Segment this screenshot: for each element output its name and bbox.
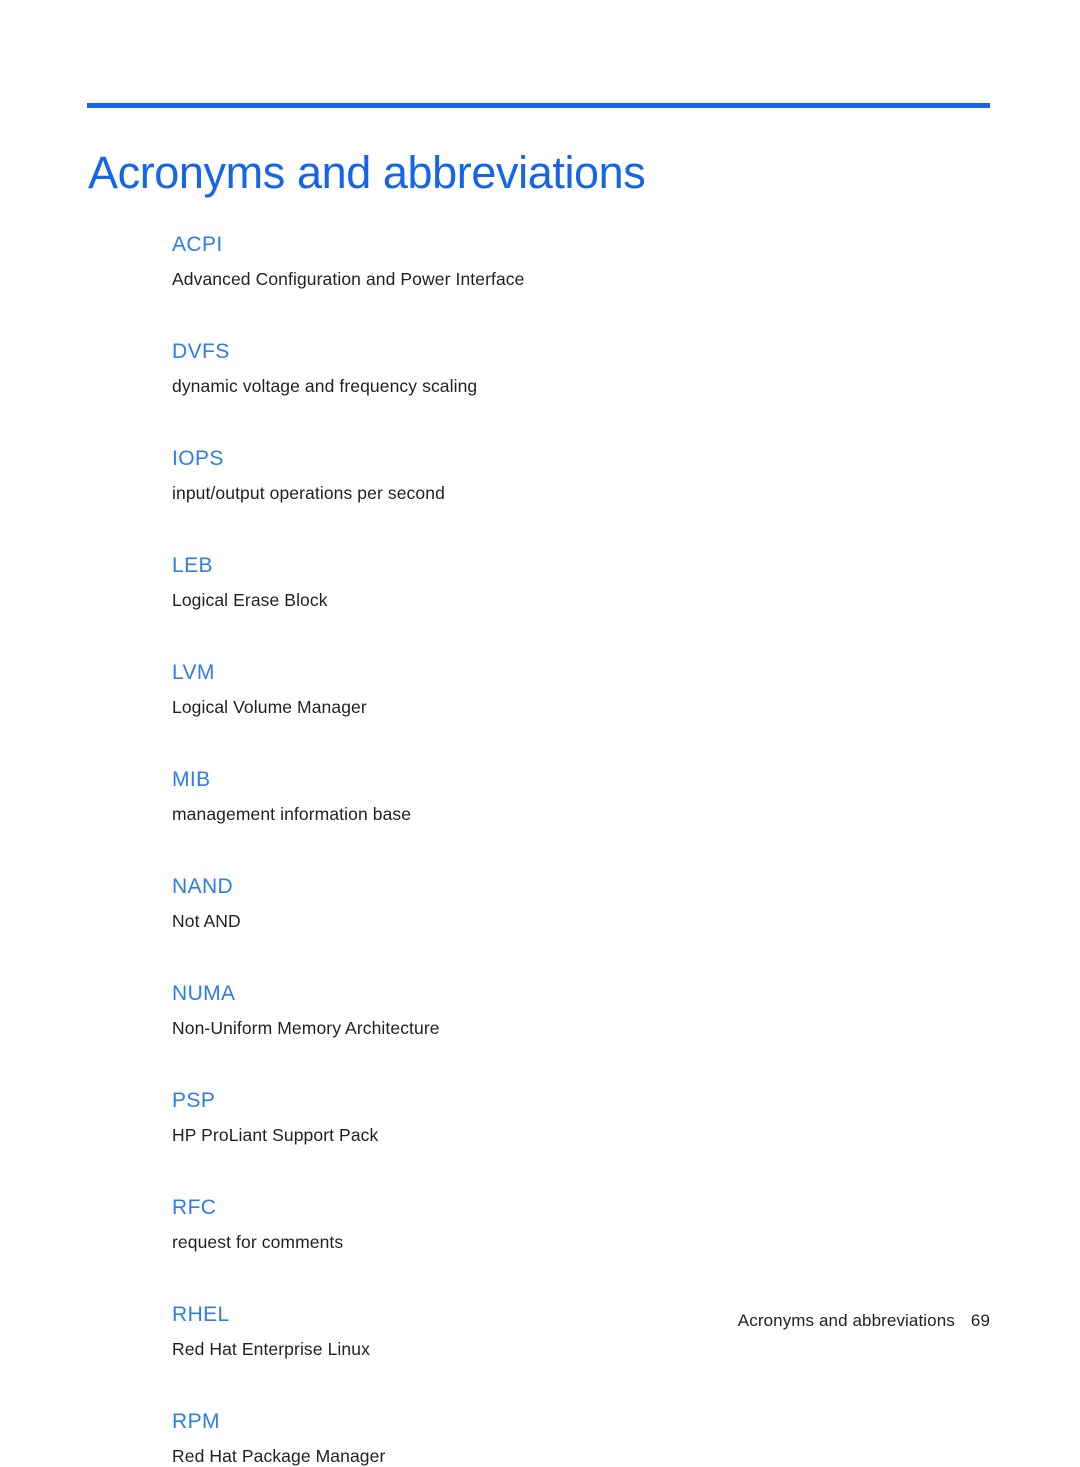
glossary-definition: Red Hat Enterprise Linux — [172, 1339, 370, 1359]
glossary-definition: Logical Erase Block — [172, 590, 328, 610]
page-footer: Acronyms and abbreviations 69 — [0, 1310, 990, 1332]
glossary-entry: RPM Red Hat Package Manager — [172, 1409, 932, 1467]
document-page: Acronyms and abbreviations ACPI Advanced … — [0, 0, 1080, 1466]
glossary-definition: Advanced Configuration and Power Interfa… — [172, 269, 525, 289]
footer-page-number: 69 — [970, 1311, 990, 1330]
glossary-list: ACPI Advanced Configuration and Power Int… — [172, 232, 932, 1467]
glossary-entry: LVM Logical Volume Manager — [172, 660, 932, 718]
glossary-term: LVM — [172, 661, 215, 684]
glossary-definition: Red Hat Package Manager — [172, 1446, 386, 1466]
glossary-definition: Not AND — [172, 911, 241, 931]
glossary-term: ACPI — [172, 233, 223, 256]
glossary-term: DVFS — [172, 340, 230, 363]
glossary-term: NUMA — [172, 982, 236, 1005]
glossary-term: RPM — [172, 1410, 220, 1433]
glossary-definition: management information base — [172, 804, 412, 824]
glossary-term: MIB — [172, 768, 211, 791]
glossary-entry: LEB Logical Erase Block — [172, 553, 932, 611]
glossary-definition: Non-Uniform Memory Architecture — [172, 1018, 440, 1038]
glossary-entry: RFC request for comments — [172, 1195, 932, 1253]
glossary-term: PSP — [172, 1089, 216, 1112]
footer-section-label: Acronyms and abbreviations — [737, 1311, 955, 1330]
glossary-definition: dynamic voltage and frequency scaling — [172, 376, 478, 396]
glossary-term: NAND — [172, 875, 234, 898]
glossary-term: LEB — [172, 554, 213, 577]
glossary-entry: PSP HP ProLiant Support Pack — [172, 1088, 932, 1146]
glossary-definition: HP ProLiant Support Pack — [172, 1125, 379, 1145]
glossary-definition: input/output operations per second — [172, 483, 445, 503]
glossary-entry: IOPS input/output operations per second — [172, 446, 932, 504]
page-title: Acronyms and abbreviations — [88, 147, 646, 199]
glossary-definition: request for comments — [172, 1232, 344, 1252]
glossary-entry: ACPI Advanced Configuration and Power Int… — [172, 232, 932, 290]
glossary-term: RFC — [172, 1196, 217, 1219]
glossary-definition: Logical Volume Manager — [172, 697, 367, 717]
glossary-entry: NUMA Non-Uniform Memory Architecture — [172, 981, 932, 1039]
glossary-entry: DVFS dynamic voltage and frequency scalin… — [172, 339, 932, 397]
glossary-term: IOPS — [172, 447, 224, 470]
glossary-entry: NAND Not AND — [172, 874, 932, 932]
glossary-entry: MIB management information base — [172, 767, 932, 825]
heading-accent-rule — [87, 103, 990, 108]
